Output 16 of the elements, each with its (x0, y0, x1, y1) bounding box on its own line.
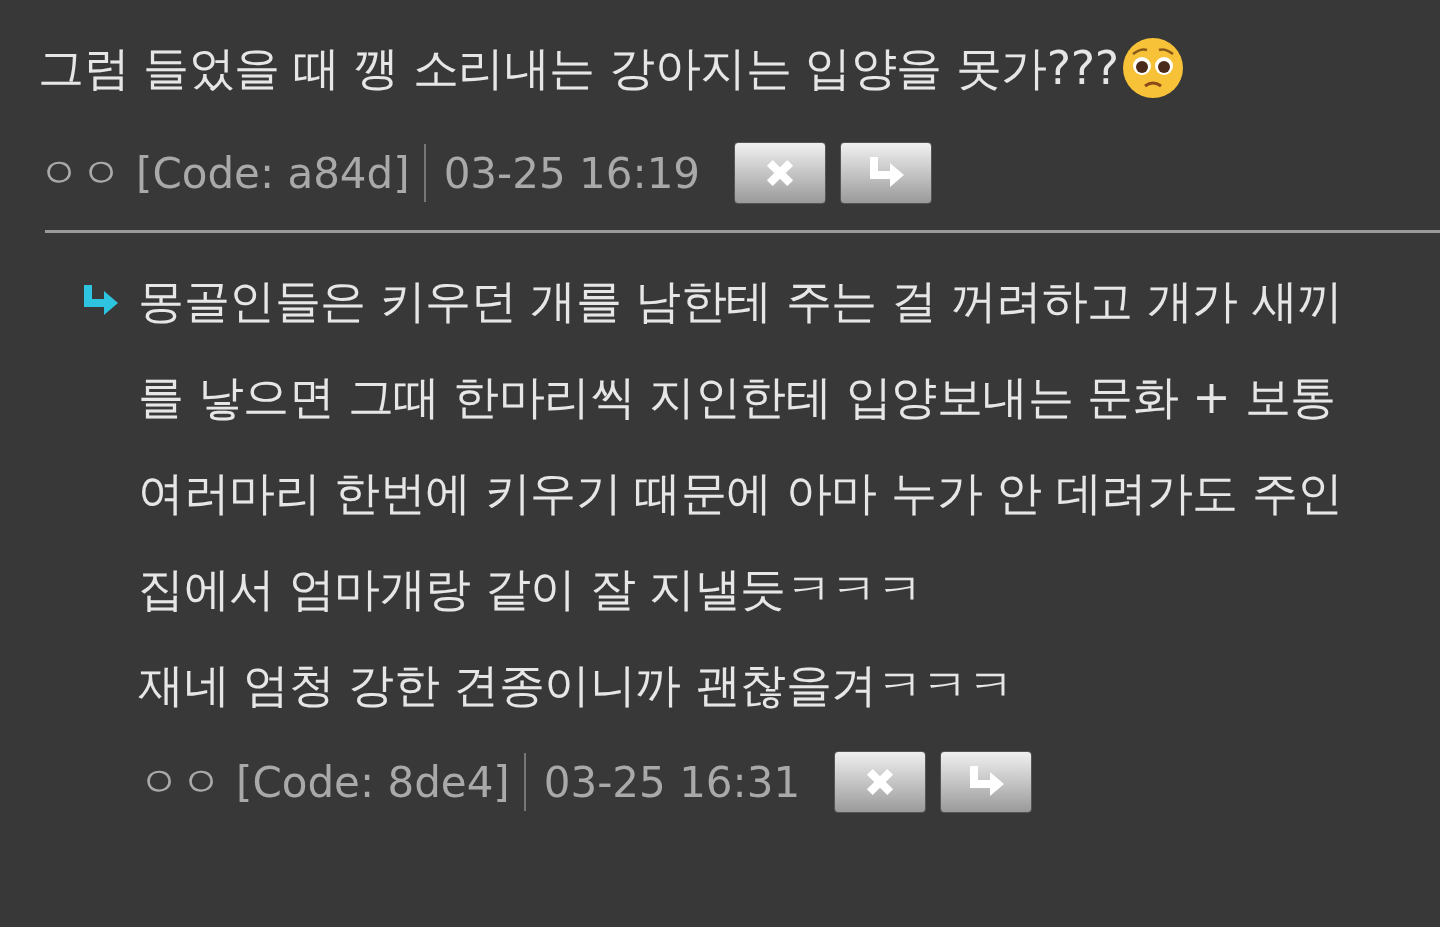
comment-text: 집에서 엄마개랑 같이 잘 지낼듯ㅋㅋㅋ (138, 561, 923, 618)
comment-time: 03-25 16:31 (543, 757, 801, 807)
reply-button[interactable] (940, 751, 1033, 813)
comment-code: [Code: a84d] (136, 148, 410, 198)
delete-button[interactable] (734, 142, 827, 204)
comment-text: 를 낳으면 그때 한마리씩 지인한테 입양보내는 문화 + 보통 (138, 369, 1336, 426)
comment-text: 재네 엄청 강한 견종이니까 괜찮을겨ㅋㅋㅋ (138, 657, 1014, 714)
comment-code: [Code: 8de4] (236, 757, 510, 807)
reply-button[interactable] (840, 142, 933, 204)
author-name: ㅇㅇ (138, 756, 222, 808)
author-name: ㅇㅇ (38, 147, 122, 199)
comment-text: 그럼 들었을 때 깽 소리내는 강아지는 입양을 못가??? (38, 40, 1119, 97)
comment-text: 몽골인들은 키우던 개를 남한테 주는 걸 꺼려하고 개가 새끼 (138, 273, 1343, 330)
comment-text: 여러마리 한번에 키우기 때문에 아마 누가 안 데려가도 주인 (138, 465, 1343, 522)
delete-button[interactable] (834, 751, 927, 813)
comment-time: 03-25 16:19 (443, 148, 701, 198)
